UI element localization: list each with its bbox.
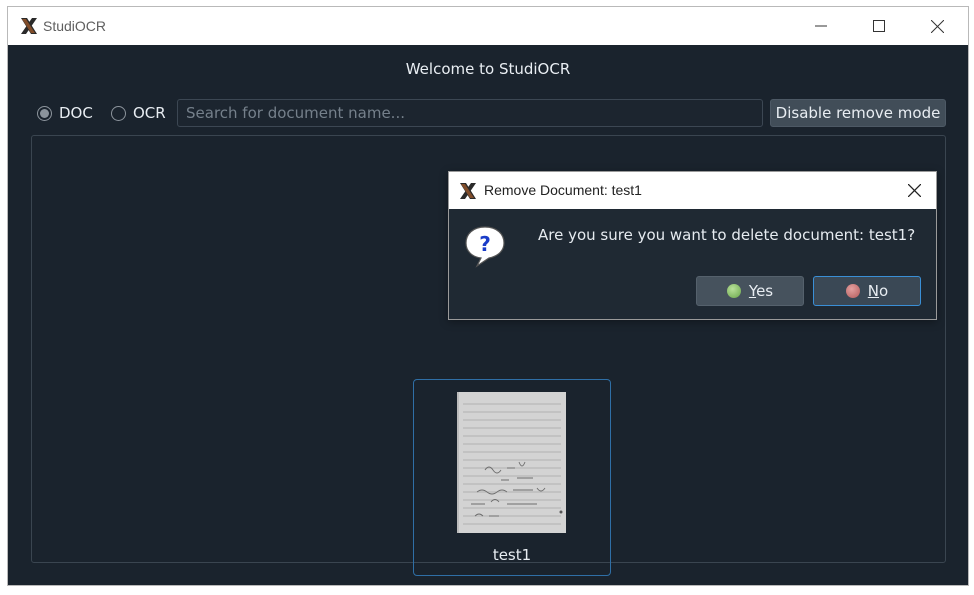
yes-button[interactable]: Yes [696, 276, 804, 306]
green-dot-icon [726, 284, 741, 298]
close-icon [907, 184, 921, 197]
question-icon: ? [465, 226, 505, 268]
minimize-icon [815, 25, 827, 27]
welcome-label: Welcome to StudiOCR [405, 60, 571, 78]
red-dot-icon [845, 284, 860, 298]
radio-doc[interactable]: DOC [37, 104, 93, 122]
app-logo-icon [460, 183, 476, 199]
close-button[interactable] [908, 7, 966, 45]
svg-text:?: ? [479, 232, 491, 256]
app-logo-icon [21, 18, 37, 34]
radio-unselected-icon [111, 105, 126, 121]
radio-ocr[interactable]: OCR [111, 104, 166, 122]
maximize-button[interactable] [850, 7, 908, 45]
no-button-label: No [867, 282, 889, 300]
radio-ocr-label: OCR [133, 104, 166, 122]
yes-button-label: Yes [748, 282, 774, 300]
disable-remove-mode-button[interactable]: Disable remove mode [770, 99, 946, 127]
document-name: test1 [492, 546, 532, 564]
window-title: StudiOCR [43, 18, 107, 34]
maximize-icon [873, 20, 885, 32]
document-card[interactable]: test1 [413, 379, 611, 576]
dialog-title: Remove Document: test1 [484, 182, 642, 198]
remove-document-dialog: Remove Document: test1 ? Are you sure yo… [448, 171, 937, 320]
close-icon [930, 19, 944, 33]
dialog-message: Are you sure you want to delete document… [538, 226, 916, 244]
search-input[interactable] [177, 99, 763, 127]
radio-doc-label: DOC [59, 104, 93, 122]
no-button[interactable]: No [813, 276, 921, 306]
radio-selected-icon [37, 105, 52, 121]
dialog-close-button[interactable] [892, 172, 936, 209]
document-thumbnail [457, 392, 566, 533]
dialog-title-bar[interactable]: Remove Document: test1 [449, 172, 936, 209]
minimize-button[interactable] [792, 7, 850, 45]
title-bar[interactable]: StudiOCR [8, 7, 968, 45]
